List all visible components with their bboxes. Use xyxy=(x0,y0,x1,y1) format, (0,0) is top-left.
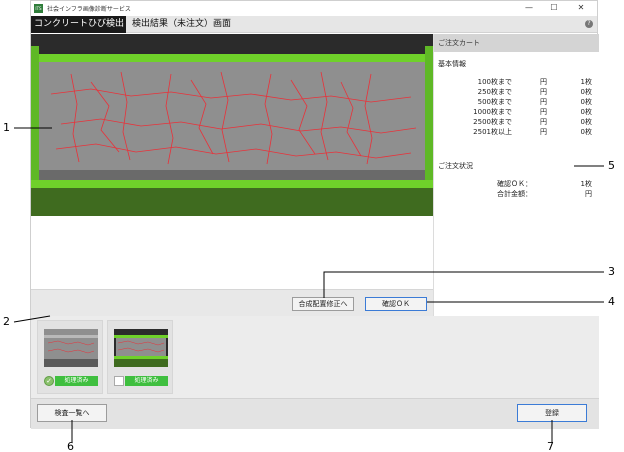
price-unit: 円 xyxy=(540,78,547,86)
price-unit: 円 xyxy=(540,108,547,116)
price-unit: 円 xyxy=(540,98,547,106)
price-row: 100枚まで 円 1枚 xyxy=(434,77,600,87)
thumbnail-image xyxy=(114,329,168,367)
price-unit: 円 xyxy=(540,88,547,96)
app-window: ITS 社会インフラ画像診断サービス — ☐ ✕ コンクリートひび検出 検出結果… xyxy=(30,0,599,429)
processed-badge: 処理済み xyxy=(125,376,168,386)
minimize-button[interactable]: — xyxy=(519,2,539,14)
price-quantity: 0枚 xyxy=(580,128,592,136)
thumbnail-strip: ✓ 処理済み 処理済み xyxy=(31,316,599,398)
price-row: 2501枚以上 円 0枚 xyxy=(434,127,600,137)
thumb-lower-beam xyxy=(114,356,168,359)
processed-badge: 処理済み xyxy=(55,376,98,386)
footer-bar: 検査一覧へ 登録 xyxy=(31,398,599,429)
thumb-upper-beam xyxy=(114,335,168,338)
status-row: 合計金額： 円 xyxy=(434,189,600,199)
price-tier: 500枚まで xyxy=(477,98,512,106)
price-unit: 円 xyxy=(540,128,547,136)
lower-beam xyxy=(31,180,433,188)
confirm-ok-button[interactable]: 確認ＯＫ xyxy=(365,297,427,311)
status-value: 1枚 xyxy=(580,180,592,188)
concrete-slab xyxy=(37,62,427,170)
thumbnail-status: 処理済み xyxy=(114,376,168,386)
cart-title: ご注文カート xyxy=(434,34,599,52)
lower-structure xyxy=(31,188,433,216)
tab-concrete-crack-detection[interactable]: コンクリートひび検出 xyxy=(31,16,126,33)
status-label: 合計金額： xyxy=(497,190,532,198)
page-title: 検出結果（未注文）画面 xyxy=(132,19,232,29)
price-quantity: 0枚 xyxy=(580,118,592,126)
check-icon[interactable]: ✓ xyxy=(44,376,54,386)
callout-7: 7 xyxy=(547,440,554,452)
callout-3: 3 xyxy=(608,265,615,278)
status-row: 確認ＯＫ： 1枚 xyxy=(434,179,600,189)
callout-5: 5 xyxy=(608,159,615,172)
maximize-button[interactable]: ☐ xyxy=(544,2,564,14)
thumbnail-preview xyxy=(114,329,168,367)
status-label: 確認ＯＫ： xyxy=(497,180,532,188)
price-quantity: 1枚 xyxy=(580,78,592,86)
thumbnail-item[interactable]: ✓ 処理済み xyxy=(37,320,103,394)
thumbnail-preview xyxy=(44,329,98,367)
reposition-button[interactable]: 合成配置修正へ xyxy=(292,297,354,311)
action-bar: 合成配置修正へ 確認ＯＫ xyxy=(31,289,433,316)
price-tier: 2501枚以上 xyxy=(473,128,512,136)
slab-edge xyxy=(39,170,425,180)
thumbnail-image xyxy=(44,329,98,367)
crack-detection-image xyxy=(31,34,433,216)
detection-image-viewer[interactable] xyxy=(31,34,433,216)
price-quantity: 0枚 xyxy=(580,88,592,96)
callout-1: 1 xyxy=(3,121,10,134)
price-tier: 1000枚まで xyxy=(473,108,512,116)
callout-2: 2 xyxy=(3,315,10,328)
inspection-list-button[interactable]: 検査一覧へ xyxy=(37,404,107,422)
callout-6: 6 xyxy=(67,440,74,452)
select-checkbox[interactable] xyxy=(114,376,124,386)
price-tier: 2500枚まで xyxy=(473,118,512,126)
thumb-concrete xyxy=(116,338,166,356)
price-row: 500枚まで 円 0枚 xyxy=(434,97,600,107)
app-title: 社会インフラ画像診断サービス xyxy=(47,6,131,13)
thumbnail-item[interactable]: 処理済み xyxy=(107,320,173,394)
price-unit: 円 xyxy=(540,118,547,126)
price-tier: 250枚まで xyxy=(477,88,512,96)
title-bar: ITS 社会インフラ画像診断サービス — ☐ ✕ xyxy=(31,1,597,16)
price-tier: 100枚まで xyxy=(477,78,512,86)
thumb-bottom xyxy=(44,359,98,367)
order-cart-panel: ご注文カート 基本情報 100枚まで 円 1枚 250枚まで 円 0枚 500枚… xyxy=(433,34,599,316)
app-logo-icon: ITS xyxy=(34,4,43,13)
callout-4: 4 xyxy=(608,295,615,308)
order-status-label: ご注文状況 xyxy=(438,162,473,170)
basic-info-label: 基本情報 xyxy=(438,60,466,68)
register-button[interactable]: 登録 xyxy=(517,404,587,422)
help-icon[interactable]: ? xyxy=(585,20,593,28)
status-value: 円 xyxy=(585,190,592,198)
price-row: 2500枚まで 円 0枚 xyxy=(434,117,600,127)
upper-beam xyxy=(31,54,433,62)
thumbnail-status: ✓ 処理済み xyxy=(44,376,98,386)
price-row: 1000枚まで 円 0枚 xyxy=(434,107,600,117)
price-quantity: 0枚 xyxy=(580,108,592,116)
header-bar: コンクリートひび検出 検出結果（未注文）画面 ? xyxy=(31,16,597,33)
thumb-lower-structure xyxy=(114,359,168,367)
price-quantity: 0枚 xyxy=(580,98,592,106)
thumb-top-edge xyxy=(44,335,98,338)
close-button[interactable]: ✕ xyxy=(571,2,591,14)
price-row: 250枚まで 円 0枚 xyxy=(434,87,600,97)
